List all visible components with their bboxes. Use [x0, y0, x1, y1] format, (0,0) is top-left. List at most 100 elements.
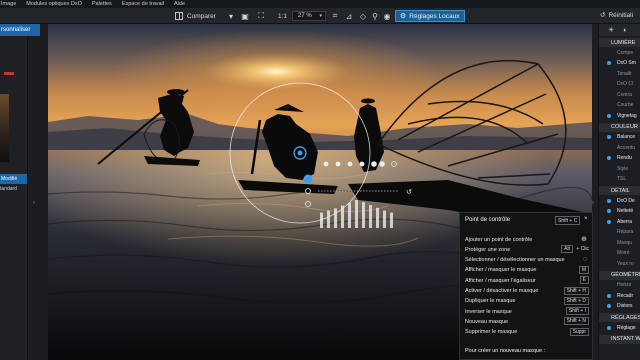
zoom-select[interactable]: 27 % ▾ — [292, 11, 326, 21]
palette-item[interactable]: Accentu — [599, 143, 640, 152]
customize-tab[interactable]: rsonnaliser — [0, 24, 40, 36]
menu-item[interactable]: Afficher / masquer le masque M — [465, 265, 591, 275]
local-adjustments-button[interactable]: ⚙ Réglages Locaux — [395, 10, 465, 22]
equalizer-bar[interactable] — [362, 202, 365, 228]
toggle-dot-icon[interactable] — [607, 146, 611, 150]
palette-item[interactable]: Recadr — [599, 291, 640, 300]
reset-button[interactable]: ↺ Réinitiali — [600, 11, 633, 20]
toggle-dot-icon[interactable] — [607, 262, 611, 266]
menu-palettes[interactable]: Palettes — [92, 1, 112, 7]
toggle-dot-icon[interactable] — [607, 72, 611, 76]
equalizer-bar[interactable] — [348, 202, 351, 228]
toggle-dot-icon[interactable] — [607, 304, 611, 308]
equalizer-bar[interactable] — [327, 210, 330, 228]
palette-section-header[interactable]: LUMIÈRE — [599, 38, 640, 47]
close-icon[interactable]: × — [584, 216, 588, 222]
palette-section-header[interactable]: RÉGLAGES — [599, 313, 640, 322]
menu-item[interactable]: Sélectionner / désélectionner un masque ◌ — [465, 256, 591, 265]
eye-icon[interactable]: ◉ — [382, 11, 392, 21]
thumbnail-preview[interactable] — [0, 94, 9, 162]
palette-section-header[interactable]: GÉOMÉTRIE — [599, 270, 640, 280]
toggle-dot-icon[interactable] — [607, 82, 611, 86]
menu-item[interactable]: Activer / désactiver le masque Shift + H — [465, 286, 591, 296]
palette-item[interactable]: Rendu — [599, 154, 640, 163]
palette-item[interactable]: Compe — [599, 48, 640, 57]
toggle-dot-icon[interactable] — [607, 209, 611, 213]
palette-icon[interactable]: ◐ — [623, 27, 627, 34]
toggle-dot-icon[interactable] — [607, 113, 611, 118]
palette-item[interactable]: Moiré — [599, 249, 640, 258]
palette-item[interactable]: Masqu — [599, 238, 640, 247]
toggle-dot-icon[interactable] — [607, 103, 611, 107]
toggle-dot-icon[interactable] — [607, 93, 611, 97]
palette-item[interactable]: Style — [599, 164, 640, 173]
toggle-dot-icon[interactable] — [607, 135, 611, 139]
toggle-dot-icon[interactable] — [607, 177, 611, 181]
toggle-dot-icon[interactable] — [607, 61, 611, 65]
fit-screen-icon[interactable]: ⛶ — [256, 11, 266, 21]
equalizer-bar[interactable] — [355, 200, 358, 228]
menu-item[interactable]: Nouveau masque Shift + N — [465, 317, 591, 326]
palette-item[interactable]: Vignetag — [599, 111, 640, 120]
palette-item[interactable]: DxO Cl — [599, 80, 640, 89]
palette-item[interactable]: Courbe — [599, 101, 640, 110]
menu-item[interactable]: Afficher / masquer l'égaliseur E — [465, 276, 591, 285]
palette-item[interactable]: DxO De — [599, 196, 640, 205]
toggle-dot-icon[interactable] — [607, 251, 611, 255]
split-view-icon[interactable]: ▣ — [240, 11, 250, 21]
eyedropper-icon[interactable]: ⚲ — [370, 11, 380, 21]
palette-item[interactable]: Horizo — [599, 281, 640, 290]
menu-item[interactable]: Ajouter un point de contrôle ⊕ — [465, 235, 591, 244]
toggle-dot-icon[interactable] — [607, 167, 611, 171]
toggle-dot-icon[interactable] — [607, 230, 611, 234]
menu-item[interactable]: Dupliquer le masque Shift + D — [465, 296, 591, 306]
menu-item[interactable]: Supprimer le masque Suppr — [465, 327, 591, 337]
toggle-dot-icon[interactable] — [607, 241, 611, 245]
palette-item[interactable]: Tonalit — [599, 69, 640, 78]
palette-item[interactable]: Yeux ro — [599, 259, 640, 268]
zoom-ratio-button[interactable]: 1:1 — [278, 10, 287, 22]
collapse-right-panel-icon[interactable]: › — [592, 200, 594, 206]
toggle-dot-icon[interactable] — [607, 51, 611, 55]
toggle-dot-icon[interactable] — [607, 156, 611, 160]
palette-item[interactable]: Aberra — [599, 217, 640, 226]
menu-modules-optiques[interactable]: Modules optiques DxO — [26, 1, 82, 7]
toggle-dot-icon[interactable] — [607, 283, 611, 287]
palette-section-header[interactable]: COULEUR — [599, 122, 640, 132]
menu-image[interactable]: Image — [1, 1, 16, 7]
palette-item[interactable]: Balance — [599, 133, 640, 142]
menu-item[interactable]: Protéger une zone Alt + Clic — [465, 245, 591, 254]
palette-item[interactable]: TSL — [599, 175, 640, 184]
palette-section-header[interactable]: DÉTAIL — [599, 186, 640, 195]
menu-espace-de-travail[interactable]: Espace de travail — [122, 1, 164, 7]
compare-button[interactable]: Comparer — [175, 10, 216, 22]
menu-item[interactable]: Inverser le masque Shift + I — [465, 307, 591, 316]
equalizer-bar[interactable] — [390, 212, 393, 228]
equalizer-bar[interactable] — [383, 210, 386, 228]
toggle-dot-icon[interactable] — [607, 219, 611, 224]
crop-icon[interactable]: ⌗ — [330, 11, 340, 21]
horizon-icon[interactable]: ⊿ — [344, 11, 354, 21]
palette-item[interactable]: Répara — [599, 228, 640, 237]
palette-item[interactable]: Réglage — [599, 323, 640, 332]
collapse-left-panel-icon[interactable]: ‹ — [33, 200, 35, 206]
menu-aide[interactable]: Aide — [174, 1, 185, 7]
toggle-dot-icon[interactable] — [607, 325, 611, 330]
palette-item[interactable]: DxO Sm — [599, 59, 640, 68]
equalizer-bar[interactable] — [341, 205, 344, 228]
equalizer-bar[interactable] — [369, 205, 372, 228]
equalizer-bar[interactable] — [320, 212, 323, 228]
palette-item[interactable]: Distors — [599, 302, 640, 311]
equalizer-bar[interactable] — [376, 207, 379, 228]
palette-item[interactable]: Contra — [599, 90, 640, 99]
preset-modified[interactable]: Modifié — [0, 174, 27, 184]
sun-icon[interactable]: ☀ — [608, 26, 614, 34]
toggle-dot-icon[interactable] — [607, 293, 611, 298]
palette-section-header[interactable]: INSTANT W — [599, 334, 640, 344]
preset-standard[interactable]: tandard — [0, 186, 17, 192]
palette-item[interactable]: Netteté — [599, 207, 640, 216]
equalizer-bar[interactable] — [334, 208, 337, 228]
compare-mode-dropdown-icon[interactable]: ▾ — [226, 11, 236, 21]
perspective-icon[interactable]: ◇ — [358, 11, 368, 21]
toggle-dot-icon[interactable] — [607, 198, 611, 203]
